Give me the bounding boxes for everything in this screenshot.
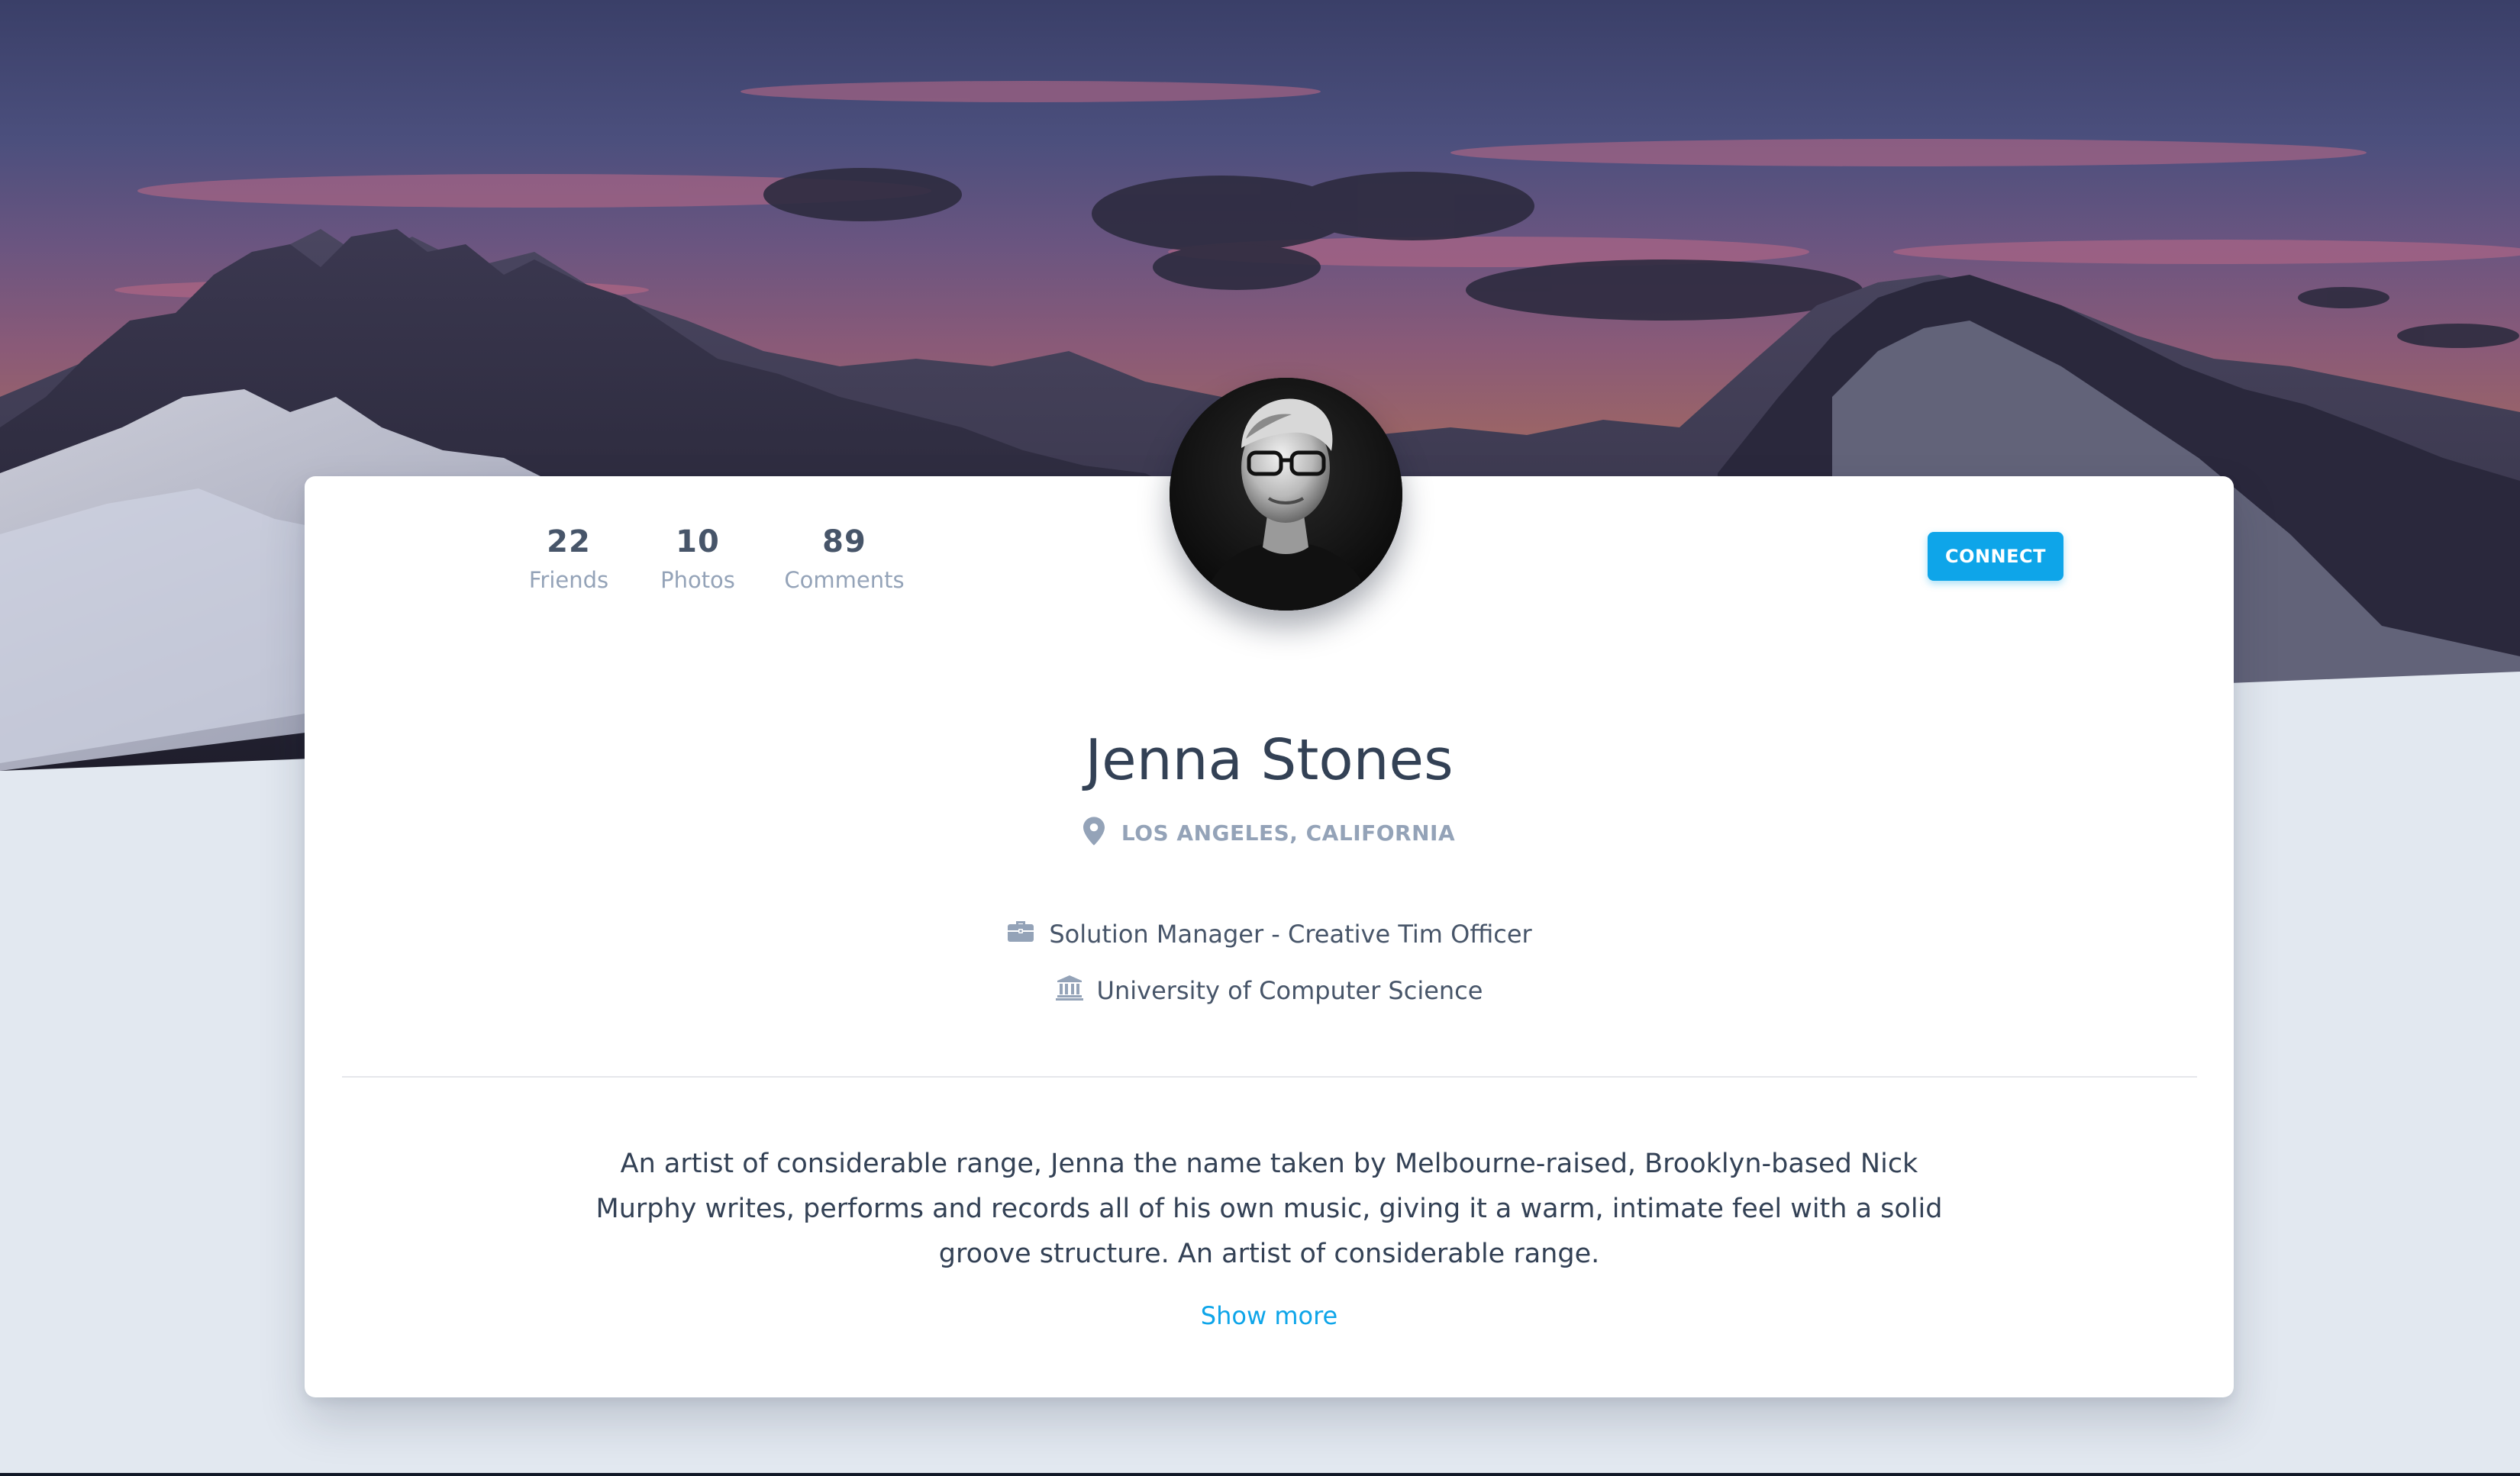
briefcase-icon [1006, 919, 1035, 949]
stat-photos[interactable]: 10 Photos [660, 522, 735, 597]
stat-comments[interactable]: 89 Comments [784, 522, 904, 597]
location-text: LOS ANGELES, CALIFORNIA [1121, 820, 1456, 846]
university-icon [1055, 975, 1083, 1007]
stat-friends-value: 22 [547, 524, 591, 559]
profile-location: LOS ANGELES, CALIFORNIA [305, 817, 2234, 849]
section-divider [342, 1076, 2197, 1078]
stat-comments-value: 89 [822, 524, 866, 559]
map-marker-icon [1083, 817, 1105, 849]
profile-education: University of Computer Science [305, 975, 2234, 1007]
stat-friends-label: Friends [528, 567, 609, 593]
stat-photos-value: 10 [676, 524, 720, 559]
page-bottom-edge [0, 1473, 2520, 1476]
avatar[interactable] [1170, 378, 1402, 611]
stat-comments-label: Comments [784, 567, 905, 593]
stat-friends[interactable]: 22 Friends [529, 522, 608, 597]
connect-button[interactable]: CONNECT [1928, 532, 2063, 581]
profile-bio: An artist of considerable range, Jenna t… [595, 1149, 1943, 1269]
education-text: University of Computer Science [1096, 976, 1483, 1005]
profile-job: Solution Manager - Creative Tim Officer [305, 919, 2234, 949]
stat-photos-label: Photos [660, 567, 735, 593]
show-more-link[interactable]: Show more [305, 1301, 2234, 1330]
profile-name: Jenna Stones [1085, 727, 1454, 793]
job-text: Solution Manager - Creative Tim Officer [1049, 920, 1532, 949]
